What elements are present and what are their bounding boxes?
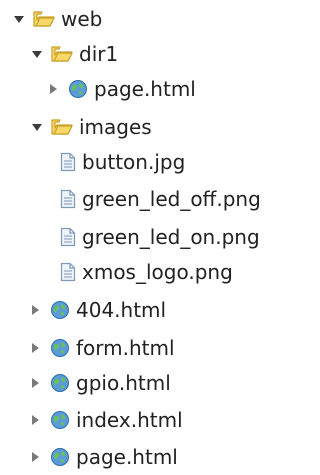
project-file-tree: web dir1 page.html images button.jpg green_le… [0, 0, 294, 475]
web-page-globe-icon [50, 373, 70, 393]
tree-item-label: web [61, 7, 103, 31]
expand-arrow-down-icon[interactable] [14, 15, 24, 23]
tree-item-label: button.jpg [82, 150, 186, 174]
file-icon [60, 227, 76, 247]
tree-item-file[interactable]: xmos_logo.png [50, 255, 233, 289]
expand-arrow-down-icon[interactable] [32, 50, 42, 58]
tree-item-html[interactable]: page.html [50, 72, 196, 106]
web-page-globe-icon [50, 410, 70, 430]
tree-item-file[interactable]: button.jpg [50, 145, 185, 179]
tree-item-folder[interactable]: images [32, 110, 152, 144]
folder-open-icon [51, 118, 73, 136]
tree-item-html[interactable]: page.html [32, 440, 178, 474]
tree-item-label: index.html [76, 408, 183, 432]
file-icon [60, 189, 76, 209]
tree-item-html[interactable]: form.html [32, 331, 175, 365]
web-page-globe-icon [50, 300, 70, 320]
tree-item-html[interactable]: gpio.html [32, 366, 171, 400]
file-icon [60, 152, 76, 172]
tree-item-label: dir1 [79, 42, 119, 66]
tree-item-label: gpio.html [76, 371, 171, 395]
tree-item-label: form.html [76, 336, 175, 360]
tree-item-file[interactable]: green_led_on.png [50, 220, 260, 254]
tree-item-file[interactable]: green_led_off.png [50, 182, 261, 216]
folder-open-icon [33, 10, 55, 28]
expand-arrow-right-icon[interactable] [32, 452, 39, 462]
expand-arrow-right-icon[interactable] [32, 415, 39, 425]
tree-item-folder[interactable]: web [14, 2, 102, 36]
tree-item-label: green_led_on.png [82, 225, 260, 249]
file-icon [60, 262, 76, 282]
tree-item-label: xmos_logo.png [82, 260, 233, 284]
expand-arrow-down-icon[interactable] [32, 123, 42, 131]
tree-item-label: 404.html [76, 298, 167, 322]
expand-arrow-right-icon[interactable] [50, 84, 57, 94]
web-page-globe-icon [50, 447, 70, 467]
folder-open-icon [51, 45, 73, 63]
tree-item-label: page.html [76, 445, 178, 469]
tree-item-label: images [79, 115, 152, 139]
tree-item-folder[interactable]: dir1 [32, 37, 118, 71]
web-page-globe-icon [68, 79, 88, 99]
tree-item-label: green_led_off.png [82, 187, 261, 211]
tree-item-html[interactable]: 404.html [32, 293, 166, 327]
expand-arrow-right-icon[interactable] [32, 343, 39, 353]
tree-item-label: page.html [94, 77, 196, 101]
web-page-globe-icon [50, 338, 70, 358]
expand-arrow-right-icon[interactable] [32, 305, 39, 315]
expand-arrow-right-icon[interactable] [32, 378, 39, 388]
tree-item-html[interactable]: index.html [32, 403, 183, 437]
